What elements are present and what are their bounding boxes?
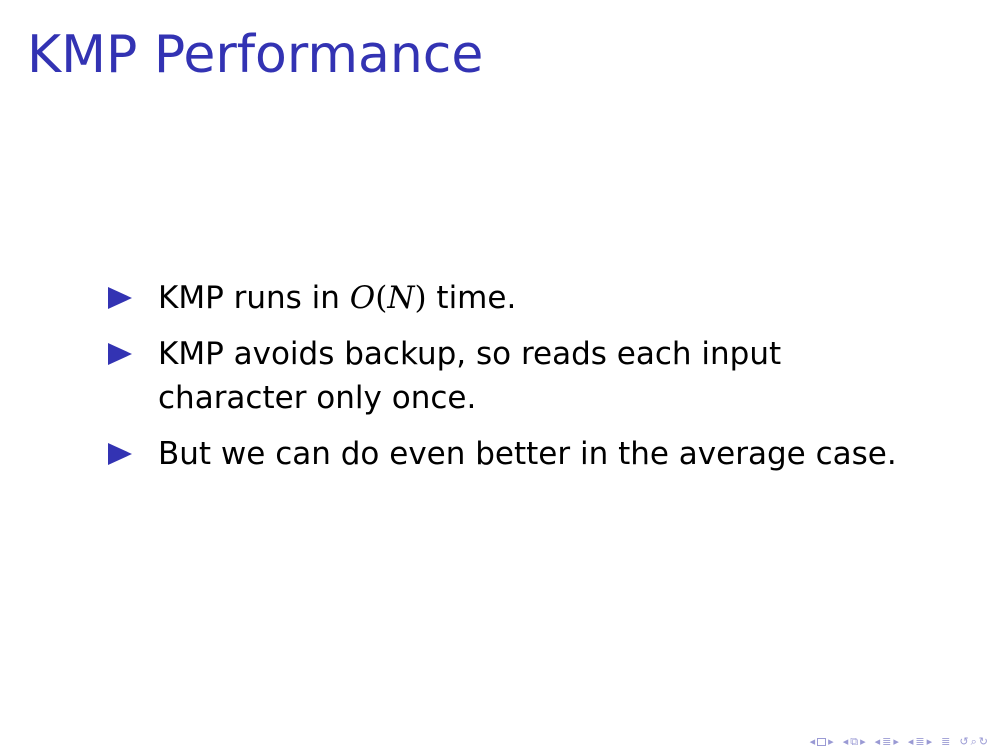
math-function: O [349, 280, 376, 316]
math-variable: N [387, 280, 415, 316]
bullet-item: KMP runs in O(N) time. [108, 276, 928, 320]
arrow-left-icon[interactable]: ◂ [810, 736, 816, 748]
arrow-right-icon[interactable]: ▸ [860, 736, 866, 748]
arrow-right-icon[interactable]: ▸ [927, 736, 933, 748]
nav-frame-group: ◂ ▸ [810, 736, 834, 748]
triangle-bullet-icon [108, 443, 132, 465]
nav-search-group: ↺ ⌕ ↻ [959, 736, 988, 748]
bullet-item: But we can do even better in the average… [108, 432, 928, 476]
math-open-paren: ( [375, 280, 388, 316]
document-icon[interactable]: ≣ [915, 736, 924, 748]
bullet-text: time. [426, 280, 517, 316]
nav-doc-group: ◂ ≣ ▸ [908, 736, 932, 748]
section-icon[interactable]: ≣ [882, 736, 891, 748]
nav-section-group: ◂ ≣ ▸ [875, 736, 899, 748]
arrow-left-icon[interactable]: ◂ [843, 736, 849, 748]
arrow-right-icon[interactable]: ▸ [893, 736, 899, 748]
arrow-right-icon[interactable]: ▸ [828, 736, 834, 748]
bullet-item: KMP avoids backup, so reads each input c… [108, 332, 928, 420]
bullet-list: KMP runs in O(N) time. KMP avoids backup… [108, 276, 928, 488]
back-icon[interactable]: ↺ [959, 736, 968, 748]
bullet-text: KMP avoids backup, so reads each input c… [158, 336, 782, 416]
nav-appendix-group: ≣ [941, 736, 950, 748]
search-icon[interactable]: ⌕ [971, 736, 977, 748]
subsection-icon[interactable]: ⧉ [850, 736, 858, 748]
beamer-navigation-bar: ◂ ▸ ◂ ⧉ ▸ ◂ ≣ ▸ ◂ ≣ ▸ ≣ ↺ ⌕ ↻ [810, 736, 994, 748]
appendix-icon[interactable]: ≣ [941, 736, 950, 748]
arrow-left-icon[interactable]: ◂ [908, 736, 914, 748]
slide-title: KMP Performance [27, 25, 484, 85]
nav-subsection-group: ◂ ⧉ ▸ [843, 736, 866, 748]
frame-icon[interactable] [817, 738, 827, 746]
bullet-text: KMP runs in [158, 280, 350, 316]
arrow-left-icon[interactable]: ◂ [875, 736, 881, 748]
math-close-paren: ) [414, 280, 427, 316]
bullet-text: But we can do even better in the average… [158, 436, 897, 472]
triangle-bullet-icon [108, 287, 132, 309]
forward-icon[interactable]: ↻ [979, 736, 988, 748]
triangle-bullet-icon [108, 343, 132, 365]
